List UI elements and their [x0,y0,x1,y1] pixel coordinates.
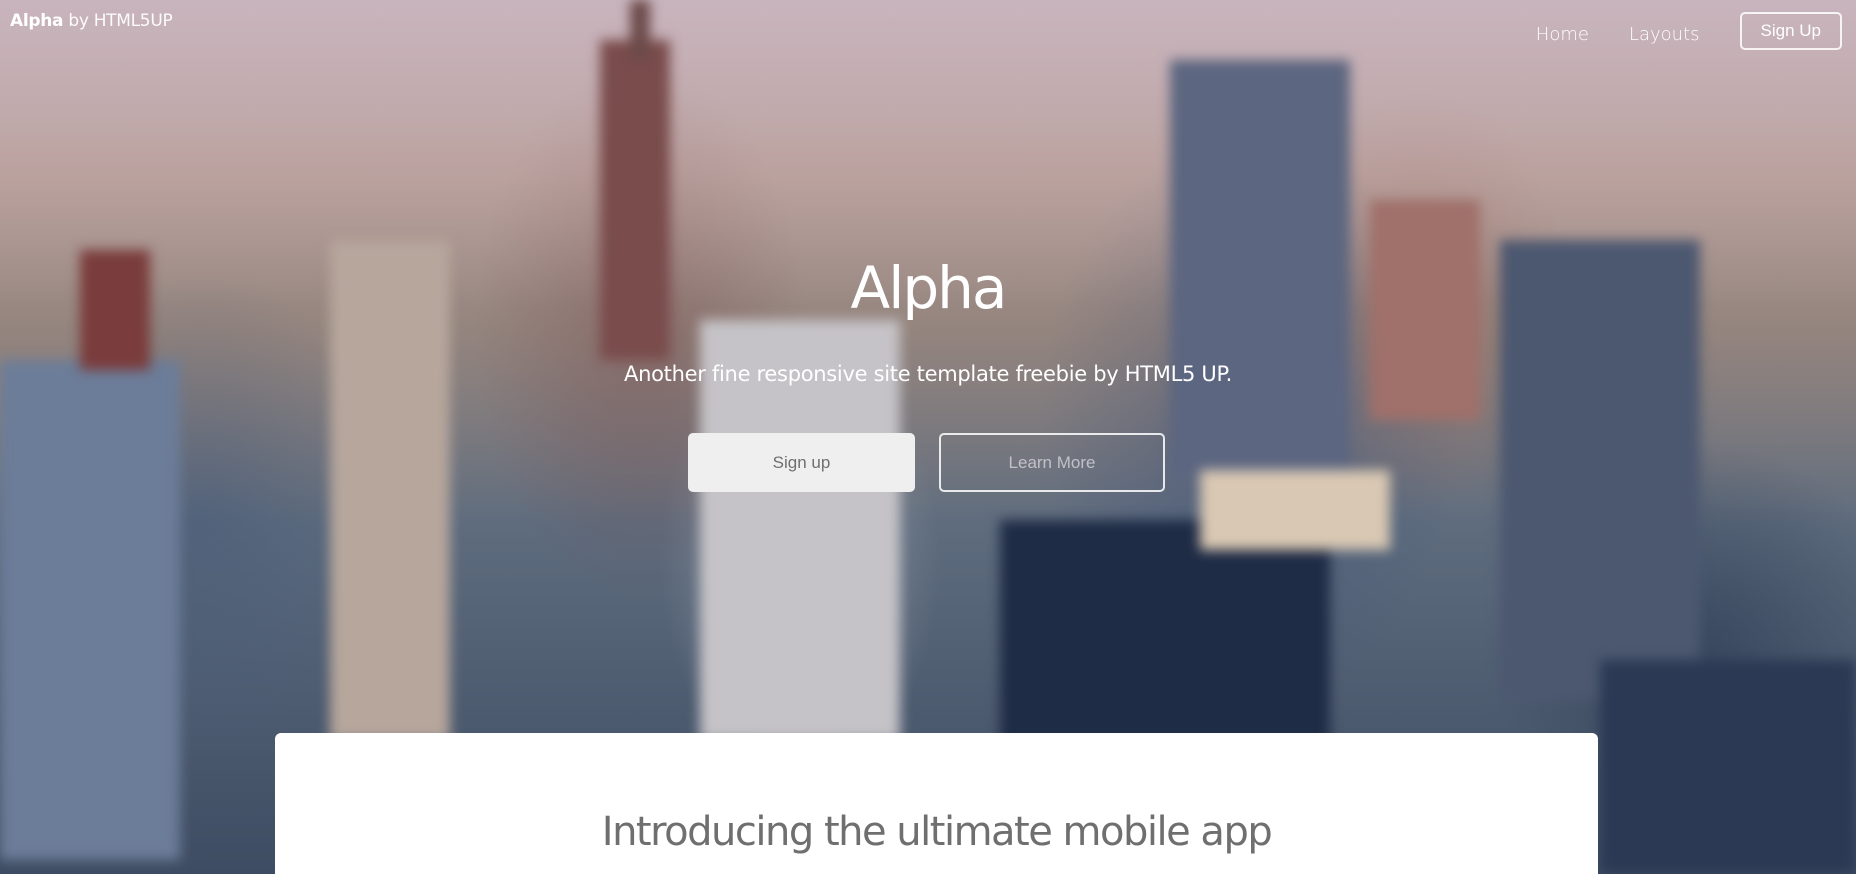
main-nav: Home Layouts Sign Up [1536,12,1844,50]
header-signup-button[interactable]: Sign Up [1739,12,1842,50]
signup-button[interactable]: Sign up [688,433,915,492]
site-header: Alpha by HTML5UP Home Layouts Sign Up [0,0,1856,56]
brand-name: Alpha [10,11,64,31]
main-content-card: Introducing the ultimate mobile app [275,733,1598,874]
site-logo[interactable]: Alpha by HTML5UP [10,11,173,31]
nav-link-home[interactable]: Home [1536,24,1589,45]
page: Alpha by HTML5UP Home Layouts Sign Up Al… [0,0,1856,874]
section-heading: Introducing the ultimate mobile app [601,809,1273,855]
hero-title: Alpha [850,254,1008,322]
hero-subtitle: Another fine responsive site template fr… [624,362,1232,386]
learn-more-button[interactable]: Learn More [939,433,1165,492]
nav-link-layouts[interactable]: Layouts [1629,24,1700,45]
brand-byline: by HTML5UP [68,11,173,31]
